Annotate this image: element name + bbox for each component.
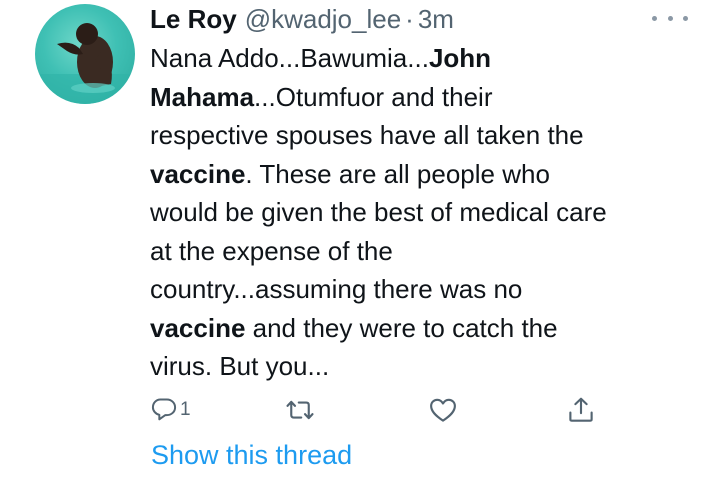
avatar[interactable] xyxy=(35,4,135,104)
retweet-icon xyxy=(286,400,314,420)
tweet-header: Le Roy @kwadjo_lee · 3m xyxy=(150,2,454,36)
tweet-text-line: vaccine and they were to catch the xyxy=(150,309,710,348)
text-segment: respective spouses have all taken the xyxy=(150,120,584,150)
tweet-text-line: Mahama...Otumfuor and their xyxy=(150,78,710,117)
text-segment: at the expense of the xyxy=(150,235,393,266)
tweet-text-line: would be given the best of medical care xyxy=(150,193,710,232)
tweet-text: Nana Addo...Bawumia...John Mahama...Otumf… xyxy=(150,39,710,386)
text-segment: and they were to catch the xyxy=(245,312,558,343)
tweet-text-line: respective spouses have all taken the xyxy=(150,116,710,155)
text-segment: ...Otumfuor and their xyxy=(254,81,493,112)
text-segment: Nana Addo...Bawumia... xyxy=(150,43,429,73)
tweet-text-line: at the expense of the xyxy=(150,232,710,271)
text-segment: . These are all people who xyxy=(245,158,550,189)
share-button[interactable] xyxy=(566,394,596,426)
text-segment: country...assuming there was no xyxy=(150,274,523,304)
bold-text-segment: Mahama xyxy=(150,81,255,112)
like-button[interactable] xyxy=(428,394,458,426)
reply-icon xyxy=(151,398,177,421)
bold-text-segment: vaccine xyxy=(150,312,246,343)
retweet-button[interactable] xyxy=(285,394,315,426)
author-name[interactable]: Le Roy xyxy=(150,4,237,35)
tweet-text-line: virus. But you... xyxy=(150,347,710,386)
bold-text-segment: vaccine xyxy=(150,158,246,189)
more-options-icon[interactable] xyxy=(652,8,688,28)
text-segment: would be given the best of medical care xyxy=(150,197,607,227)
tweet-actions: 1 xyxy=(0,392,720,428)
tweet-text-line: vaccine. These are all people who xyxy=(150,155,710,194)
more-dot xyxy=(683,15,688,21)
avatar-photo xyxy=(35,23,135,104)
more-dot xyxy=(667,15,673,21)
separator-dot: · xyxy=(405,3,414,34)
show-thread-link[interactable]: Show this thread xyxy=(151,440,352,471)
author-handle[interactable]: @kwadjo_lee xyxy=(245,4,401,35)
tweet-text-line: Nana Addo...Bawumia...John xyxy=(150,39,710,78)
reply-count: 1 xyxy=(180,399,191,420)
text-segment: virus. But you... xyxy=(150,351,330,381)
more-dot xyxy=(652,15,657,21)
heart-icon xyxy=(430,398,456,422)
timestamp[interactable]: 3m xyxy=(418,4,454,35)
reply-button[interactable]: 1 xyxy=(150,394,191,426)
tweet-text-line: country...assuming there was no xyxy=(150,270,710,309)
bold-text-segment: John xyxy=(428,43,492,73)
share-icon xyxy=(569,397,593,422)
